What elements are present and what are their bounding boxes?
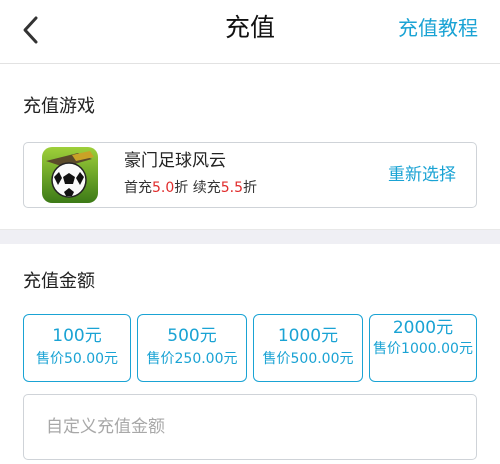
game-section: 充值游戏 豪门足球风云 首充5.0折 续充5.5折 重新选择 bbox=[0, 64, 500, 230]
custom-amount-input[interactable] bbox=[24, 395, 476, 459]
amount-value: 2000元 bbox=[392, 318, 454, 338]
first-charge-discount: 5.0 bbox=[152, 180, 175, 196]
amount-price: 售价250.00元 bbox=[146, 351, 238, 367]
amount-price: 售价1000.00元 bbox=[373, 341, 473, 357]
custom-amount-box bbox=[23, 394, 477, 460]
discount-unit: 折 bbox=[174, 180, 189, 196]
renew-charge-label: 续充 bbox=[192, 180, 221, 196]
amount-price: 售价50.00元 bbox=[35, 351, 119, 367]
amount-option-500[interactable]: 500元 售价250.00元 bbox=[137, 314, 247, 382]
amount-value: 500元 bbox=[167, 326, 217, 346]
amount-option-2000[interactable]: 2000元 售价1000.00元 bbox=[369, 314, 477, 382]
amount-options: 100元 售价50.00元 500元 售价250.00元 1000元 售价500… bbox=[23, 314, 477, 382]
soccer-ball-game-icon bbox=[42, 147, 98, 203]
reselect-game-button[interactable]: 重新选择 bbox=[388, 164, 456, 186]
renew-charge-discount: 5.5 bbox=[220, 180, 243, 196]
first-charge-label: 首充 bbox=[124, 180, 152, 196]
game-name: 豪门足球风云 bbox=[124, 151, 226, 171]
amount-value: 1000元 bbox=[277, 326, 339, 346]
amount-price: 售价500.00元 bbox=[262, 351, 354, 367]
amount-value: 100元 bbox=[52, 326, 102, 346]
game-discount: 首充5.0折 续充5.5折 bbox=[124, 178, 257, 198]
amount-option-100[interactable]: 100元 售价50.00元 bbox=[23, 314, 131, 382]
game-section-label: 充值游戏 bbox=[23, 96, 95, 117]
amount-section: 充值金额 100元 售价50.00元 500元 售价250.00元 1000元 … bbox=[0, 244, 500, 464]
discount-unit: 折 bbox=[242, 180, 257, 196]
amount-section-label: 充值金额 bbox=[23, 271, 95, 292]
tutorial-link[interactable]: 充值教程 bbox=[398, 12, 478, 44]
selected-game-card: 豪门足球风云 首充5.0折 续充5.5折 重新选择 bbox=[23, 142, 477, 208]
app-header: 充值 充值教程 bbox=[0, 0, 500, 64]
amount-option-1000[interactable]: 1000元 售价500.00元 bbox=[253, 314, 363, 382]
